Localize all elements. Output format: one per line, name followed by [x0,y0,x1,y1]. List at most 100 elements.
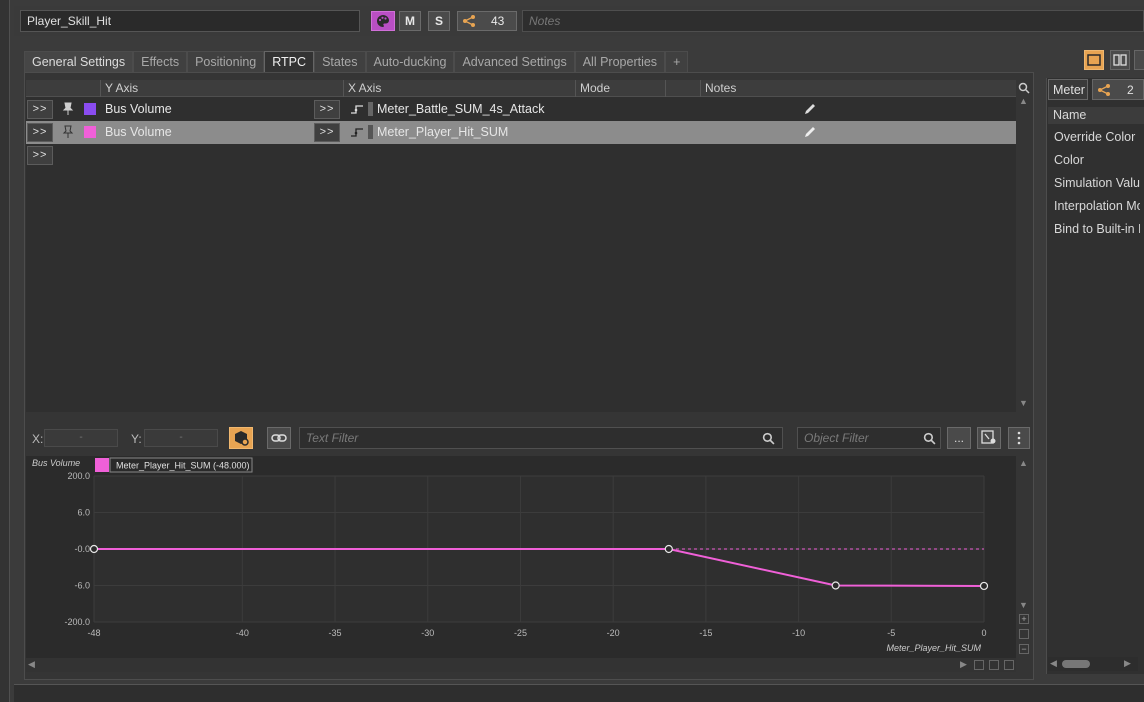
game-parameter-icon [351,105,363,114]
property-simulation-value[interactable]: Simulation Value [1048,173,1140,195]
edit-pencil-icon[interactable] [803,125,817,139]
object-filter-input[interactable]: Object Filter [797,427,941,449]
layout-stack-button[interactable] [1134,50,1144,70]
layout-single-button[interactable] [1084,50,1104,70]
zoom-in-icon[interactable]: + [1019,614,1029,624]
row-expand-button[interactable]: >> [27,123,53,142]
link-button[interactable] [267,427,291,449]
y-axis-parameter[interactable]: Bus Volume [105,102,172,116]
reference-count: 43 [491,14,505,28]
zoom-out-icon[interactable]: − [1019,644,1029,654]
curve-control-point [89,544,99,554]
x-tick-label: -15 [699,628,712,638]
notes-input[interactable]: Notes [522,10,1144,32]
share-nodes-icon [1098,84,1110,96]
legend-label: Meter_Player_Hit_SUM (-48.000) [116,461,250,471]
tab-rtpc[interactable]: RTPC [264,51,315,72]
legend-swatch [95,458,109,472]
y-tick-label: -200.0 [64,617,90,627]
bottom-status-bar [14,684,1144,702]
share-nodes-icon [463,15,475,27]
property-color[interactable]: Color [1048,150,1140,172]
scroll-up-arrow-icon[interactable]: ▲ [1019,96,1028,106]
column-header-y-axis[interactable]: Y Axis [100,80,314,97]
h-zoom-fit-icon[interactable] [989,660,999,670]
right-panel-scrollbar[interactable]: ◀ ▶ [1048,657,1138,671]
more-options-button[interactable] [1008,427,1030,449]
list-scrollbar[interactable]: ▲ ▼ [1017,80,1031,412]
x-tick-label: -30 [421,628,434,638]
link-icon [271,434,287,442]
pin-icon[interactable] [62,102,74,116]
scroll-down-arrow-icon[interactable]: ▼ [1019,600,1028,610]
scroll-right-arrow-icon[interactable]: ▶ [1124,658,1131,669]
graph-horizontal-scrollbar[interactable]: ◀ ▶ [26,658,1016,672]
text-filter-input[interactable]: Text Filter [299,427,783,449]
parameter-color-chip [368,102,373,116]
tab-auto-ducking[interactable]: Auto-ducking [365,51,455,72]
h-zoom-in-icon[interactable] [974,660,984,670]
y-tick-label: 6.0 [77,508,90,518]
y-axis-title: Bus Volume [32,458,80,468]
edit-pencil-icon[interactable] [803,102,817,116]
property-interpolation[interactable]: Interpolation Mode [1048,196,1140,218]
object-name-field[interactable]: Player_Skill_Hit [20,10,360,32]
scroll-right-arrow-icon[interactable]: ▶ [960,659,967,670]
curve-control-point [831,581,840,590]
tab-effects[interactable]: Effects [133,51,188,72]
scroll-thumb[interactable] [1062,660,1090,668]
search-icon[interactable] [1018,82,1030,94]
meter-tab[interactable]: Meter [1048,79,1088,100]
tab-general-settings[interactable]: General Settings [24,51,134,72]
graph-view-button[interactable] [229,427,253,449]
curve-graph-canvas[interactable]: -48 -40 -35 -30 -25 -20 -15 -10 -5 0 200.0 6.0 -0.0 -… [26,456,1016,660]
tab-positioning[interactable]: Positioning [187,51,265,72]
x-axis-parameter[interactable]: Meter_Player_Hit_SUM [377,125,508,139]
column-header-x-axis[interactable]: X Axis [343,80,575,97]
x-tick-label: -40 [236,628,249,638]
palette-icon [377,15,389,27]
property-list-header[interactable]: Name [1048,107,1144,124]
x-axis-picker-button[interactable]: >> [314,100,340,119]
curve-color-swatch[interactable] [84,126,96,138]
pin-icon[interactable] [62,125,74,139]
mute-button[interactable]: M [399,11,421,31]
scroll-up-arrow-icon[interactable]: ▲ [1019,458,1028,468]
row-expand-button[interactable]: >> [27,100,53,119]
h-zoom-out-icon[interactable] [1004,660,1014,670]
property-override-color[interactable]: Override Color [1048,127,1140,149]
curve-color-swatch[interactable] [84,103,96,115]
meter-reference-count: 2 [1127,83,1134,97]
filter-options-button[interactable] [977,427,1001,449]
column-header-notes[interactable]: Notes [700,80,820,97]
scroll-left-arrow-icon[interactable]: ◀ [1050,658,1057,669]
x-axis-parameter[interactable]: Meter_Battle_SUM_4s_Attack [377,102,544,116]
browse-button[interactable]: ... [947,427,971,449]
y-coordinate-input[interactable]: - [144,429,218,447]
tab-states[interactable]: States [314,51,366,72]
column-header-mode[interactable]: Mode [575,80,665,97]
color-palette-button[interactable] [371,11,395,31]
property-bind-built-in[interactable]: Bind to Built-in Parameter [1048,219,1140,241]
column-header-spacer [665,80,700,97]
layout-split-button[interactable] [1110,50,1130,70]
graph-vertical-scrollbar[interactable]: ▲ ▼ + − [1017,456,1031,656]
x-axis-title: Meter_Player_Hit_SUM [886,643,981,653]
y-axis-parameter[interactable]: Bus Volume [105,125,172,139]
scroll-left-arrow-icon[interactable]: ◀ [28,659,35,670]
x-axis-picker-button[interactable]: >> [314,123,340,142]
scroll-down-arrow-icon[interactable]: ▼ [1019,398,1028,408]
tab-all-properties[interactable]: All Properties [574,51,666,72]
references-button[interactable]: 43 [457,11,517,31]
y-tick-label: 200.0 [67,471,90,481]
zoom-fit-icon[interactable] [1019,629,1029,639]
tab-add[interactable]: + [665,51,689,72]
window-left-edge [0,0,10,702]
x-coordinate-input[interactable]: - [44,429,118,447]
table-row-selected[interactable] [26,121,1016,144]
add-rtpc-button[interactable]: >> [27,146,53,165]
meter-references-button[interactable]: 2 [1092,79,1144,100]
cube-settings-icon [235,431,249,446]
solo-button[interactable]: S [428,11,450,31]
tab-advanced-settings[interactable]: Advanced Settings [454,51,575,72]
